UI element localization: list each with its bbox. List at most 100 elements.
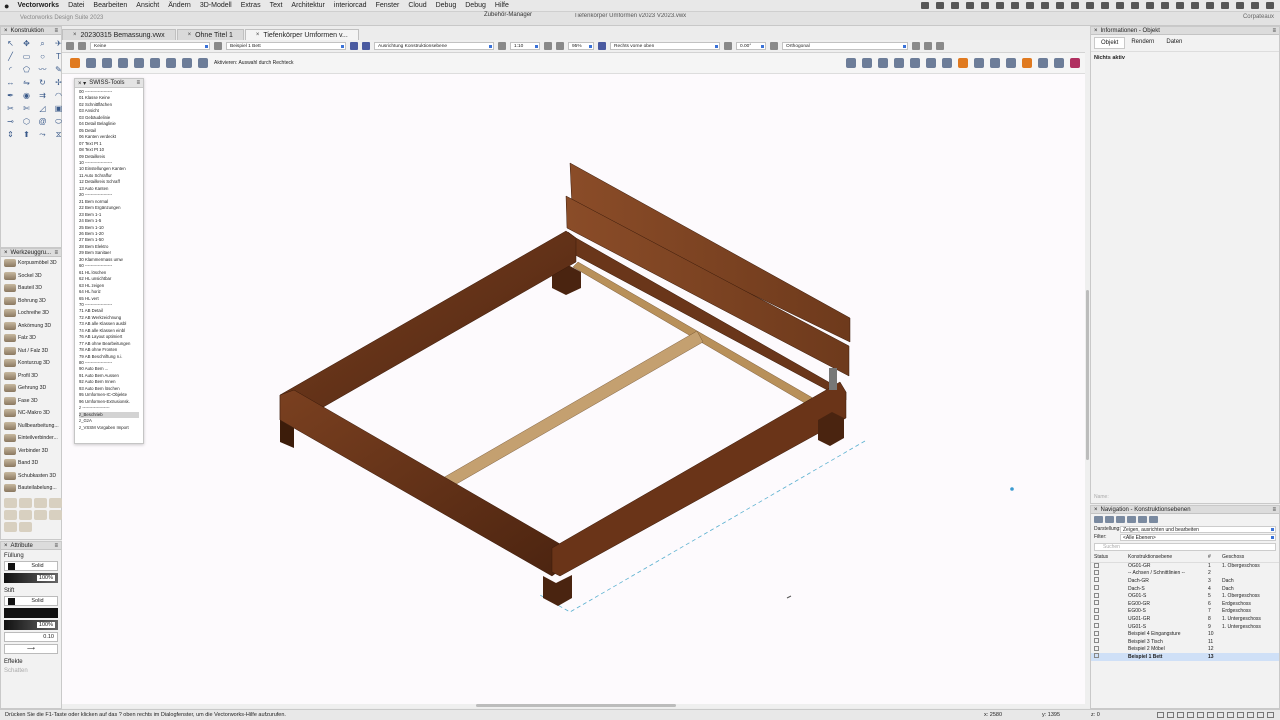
tab-bemassung[interactable]: × 20230315 Bemassung.vwx bbox=[62, 29, 176, 40]
extrude-icon[interactable]: ⬆ bbox=[20, 129, 33, 140]
display-select[interactable]: Zeigen, ausrichten und bearbeiten bbox=[1120, 525, 1276, 533]
menu-ansicht[interactable]: Ansicht bbox=[136, 2, 159, 9]
nav-view-icon[interactable] bbox=[1149, 516, 1158, 523]
tab-rendern[interactable]: Rendern bbox=[1125, 37, 1160, 49]
render-icon[interactable] bbox=[912, 42, 920, 50]
menu-debug-2[interactable]: Debug bbox=[465, 2, 486, 9]
werkzeug-item[interactable]: Einteilverbinder... bbox=[1, 432, 61, 445]
table-row[interactable]: Dach-GR 3 Dach bbox=[1091, 577, 1279, 585]
tool-set-icon[interactable] bbox=[49, 497, 62, 508]
attribute-icon[interactable]: ◉ bbox=[20, 90, 33, 101]
tool-set-icon[interactable] bbox=[4, 509, 17, 520]
snap-icon[interactable] bbox=[1157, 712, 1164, 718]
col-number[interactable]: # bbox=[1205, 553, 1219, 563]
status-cell[interactable] bbox=[1091, 638, 1125, 646]
menu-bearbeiten[interactable]: Bearbeiten bbox=[93, 2, 127, 9]
tray-icon[interactable] bbox=[1236, 2, 1244, 9]
status-cell[interactable] bbox=[1091, 623, 1125, 631]
tool-set-icon[interactable] bbox=[4, 497, 17, 508]
werkzeug-item[interactable]: Konturzug 3D bbox=[1, 357, 61, 370]
close-icon[interactable]: × bbox=[188, 32, 192, 38]
snap-icon[interactable] bbox=[878, 58, 888, 68]
fill-swatch[interactable] bbox=[8, 562, 15, 570]
menu-aendern[interactable]: Ändern bbox=[168, 2, 191, 9]
mode-icon[interactable] bbox=[118, 58, 128, 68]
tray-icon[interactable] bbox=[1221, 2, 1229, 9]
nav-view-icon[interactable] bbox=[1116, 516, 1125, 523]
status-cell[interactable] bbox=[1091, 592, 1125, 600]
polygon-icon[interactable]: ⬠ bbox=[20, 64, 33, 75]
visibility-icon[interactable] bbox=[1094, 585, 1099, 591]
chamfer-icon[interactable]: ◿ bbox=[36, 103, 49, 114]
werkzeug-item[interactable]: Lochreihe 3D bbox=[1, 307, 61, 320]
trim-icon[interactable]: ✄ bbox=[20, 103, 33, 114]
werkzeug-item[interactable]: Nut / Falz 3D bbox=[1, 345, 61, 358]
line-style-select[interactable]: ⟶ bbox=[4, 644, 58, 654]
tray-icon[interactable] bbox=[1206, 2, 1214, 9]
plane-icon[interactable] bbox=[362, 42, 370, 50]
snap-icon[interactable] bbox=[1227, 712, 1234, 718]
snap-icon[interactable] bbox=[1197, 712, 1204, 718]
alignment-select[interactable]: Ausrichtung Konstruktionsebene bbox=[374, 42, 494, 50]
werkzeug-item[interactable]: Bohrung 3D bbox=[1, 295, 61, 308]
visibility-icon[interactable] bbox=[1094, 638, 1099, 644]
view-select[interactable]: Rechts vorne oben bbox=[610, 42, 720, 50]
tab-daten[interactable]: Daten bbox=[1160, 37, 1188, 49]
snap-icon[interactable] bbox=[1054, 58, 1064, 68]
scale-select[interactable]: 1:10 bbox=[510, 42, 540, 50]
tab-tiefenkoerper[interactable]: × Tiefenkörper Umformen v... bbox=[244, 29, 359, 40]
col-konstruktionsebene[interactable]: Konstruktionsebene bbox=[1125, 553, 1205, 563]
status-cell[interactable] bbox=[1091, 630, 1125, 638]
snap-icon[interactable] bbox=[1237, 712, 1244, 718]
visibility-icon[interactable] bbox=[1094, 600, 1099, 606]
menu-fenster[interactable]: Fenster bbox=[376, 2, 400, 9]
mode-icon[interactable] bbox=[134, 58, 144, 68]
werkzeug-item[interactable]: Verbinder 3D bbox=[1, 445, 61, 458]
status-cell[interactable] bbox=[1091, 585, 1125, 593]
snap-icon[interactable] bbox=[1247, 712, 1254, 718]
apple-icon[interactable]: ● bbox=[4, 1, 9, 11]
text-icon[interactable]: T bbox=[52, 51, 65, 62]
rotate-icon[interactable]: ↻ bbox=[36, 77, 49, 88]
snap-icon[interactable] bbox=[1070, 58, 1080, 68]
werkzeug-item[interactable]: Schubkasten 3D bbox=[1, 470, 61, 483]
grid-icon[interactable] bbox=[350, 42, 358, 50]
tray-icon[interactable] bbox=[1266, 2, 1274, 9]
polyline-icon[interactable]: 〰 bbox=[36, 64, 49, 75]
lasso-icon[interactable] bbox=[166, 58, 176, 68]
arc-icon[interactable]: ◜ bbox=[4, 64, 17, 75]
col-status[interactable]: Status bbox=[1091, 553, 1125, 563]
view-icon[interactable] bbox=[598, 42, 606, 50]
filter-select[interactable]: <Alle Ebenen> bbox=[1120, 533, 1276, 541]
selection-icon[interactable]: ↖ bbox=[4, 38, 17, 49]
drawing-canvas[interactable] bbox=[62, 74, 1085, 704]
table-row[interactable]: Beispiel 2 Möbel 12 bbox=[1091, 645, 1279, 654]
zoom-icon[interactable] bbox=[544, 42, 552, 50]
tray-icon[interactable] bbox=[1161, 2, 1169, 9]
tray-icon[interactable] bbox=[1056, 2, 1064, 9]
class-icon[interactable] bbox=[78, 42, 86, 50]
werkzeug-item[interactable]: Nullbearbeitung... bbox=[1, 420, 61, 433]
mode-icon[interactable] bbox=[70, 58, 80, 68]
werkzeug-item[interactable]: Falz 3D bbox=[1, 332, 61, 345]
zoom-select[interactable]: 95% bbox=[568, 42, 594, 50]
menu-architektur[interactable]: Architektur bbox=[291, 2, 324, 9]
menu-extras[interactable]: Extras bbox=[241, 2, 261, 9]
tab-objekt[interactable]: Objekt bbox=[1094, 37, 1126, 49]
close-icon[interactable]: × bbox=[73, 32, 77, 38]
werkzeug-item[interactable]: Sockel 3D bbox=[1, 270, 61, 283]
angle-select[interactable]: 0.00° bbox=[736, 42, 766, 50]
table-row[interactable]: Beispiel 1 Bett 13 bbox=[1091, 653, 1279, 661]
snap-icon[interactable] bbox=[862, 58, 872, 68]
spiral-icon[interactable]: @ bbox=[36, 116, 49, 127]
werkzeug-item[interactable]: Band 3D bbox=[1, 457, 61, 470]
snap-icon[interactable] bbox=[958, 58, 968, 68]
table-row[interactable]: OG01-GR 1 1. Obergeschoss bbox=[1091, 562, 1279, 570]
visibility-icon[interactable] bbox=[1094, 577, 1099, 583]
mirror-icon[interactable]: ⇋ bbox=[20, 77, 33, 88]
tray-icon[interactable] bbox=[1011, 2, 1019, 9]
connect-icon[interactable]: ⊸ bbox=[4, 116, 17, 127]
projection-icon[interactable] bbox=[770, 42, 778, 50]
scroll-thumb[interactable] bbox=[1086, 290, 1089, 460]
tray-icon[interactable] bbox=[1116, 2, 1124, 9]
